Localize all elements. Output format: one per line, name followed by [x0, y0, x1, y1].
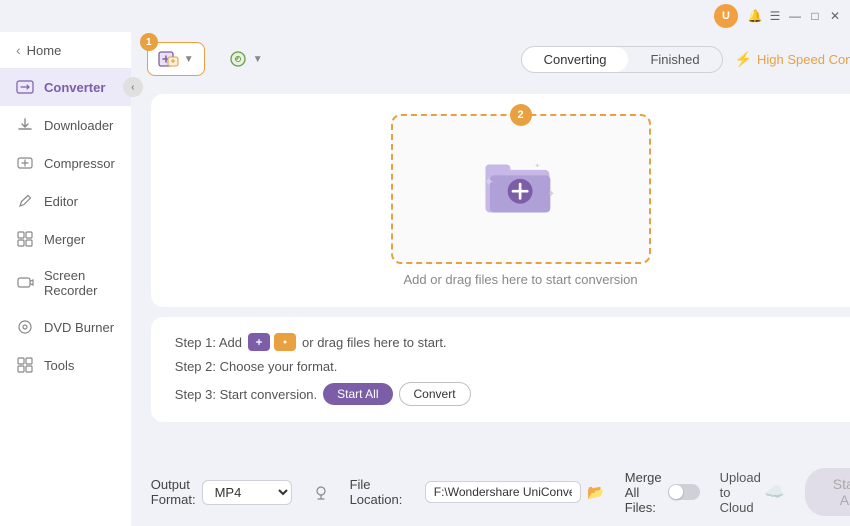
- toolbar: 1 ▼ ▼ Converting Finished ⚡ High Speed C: [131, 32, 850, 86]
- merge-files-field: Merge All Files:: [625, 470, 700, 515]
- notification-icon[interactable]: 🔔: [748, 9, 762, 23]
- title-bar-controls: U 🔔 ☰ — □ ✕: [714, 4, 842, 28]
- close-button[interactable]: ✕: [828, 9, 842, 23]
- add-cd-small-icon: [274, 333, 296, 351]
- step-2-row: Step 2: Choose your format.: [175, 359, 850, 374]
- output-format-field: Output Format: MP4: [151, 477, 292, 507]
- steps-box: Step 1: Add or dra: [151, 317, 850, 422]
- location-row: [312, 483, 330, 501]
- start-all-mini-button[interactable]: Start All: [323, 383, 392, 405]
- drop-zone[interactable]: 2 ✦ ✦ ✦: [391, 114, 651, 264]
- location-icon: [312, 483, 330, 501]
- chevron-down-icon: ▼: [184, 54, 194, 65]
- tab-group: Converting Finished: [521, 46, 723, 73]
- add-file-small-icon: [248, 333, 270, 351]
- sidebar-item-editor[interactable]: Editor: [0, 182, 131, 220]
- bottom-bar: Output Format: MP4 File Location: 📂 Merg…: [131, 458, 850, 526]
- minimize-button[interactable]: —: [788, 9, 802, 23]
- step-3-row: Step 3: Start conversion. Start All Conv…: [175, 382, 850, 406]
- sidebar-item-converter[interactable]: Converter ‹: [0, 68, 131, 106]
- step-1-row: Step 1: Add or dra: [175, 333, 850, 351]
- upload-cloud-label: Upload to Cloud: [720, 470, 761, 515]
- tab-converting[interactable]: Converting: [522, 47, 629, 72]
- drop-zone-container: 2 ✦ ✦ ✦: [151, 94, 850, 307]
- add-cd-button[interactable]: ▼: [217, 43, 273, 75]
- file-location-field: File Location: 📂: [350, 477, 605, 507]
- screen-recorder-icon: [16, 274, 34, 292]
- cloud-icon: ☁️: [765, 482, 785, 502]
- step-1-icons: [248, 333, 296, 351]
- step-2-label: Step 2: Choose your format.: [175, 359, 338, 374]
- sidebar-collapse-btn[interactable]: ‹: [123, 77, 143, 97]
- step-3-label: Step 3: Start conversion.: [175, 387, 317, 402]
- main-content: 1 ▼ ▼ Converting Finished ⚡ High Speed C: [131, 0, 850, 526]
- back-home[interactable]: ‹ Home: [0, 32, 131, 68]
- drop-zone-badge: 2: [510, 104, 532, 126]
- sidebar-item-compressor-label: Compressor: [44, 156, 115, 171]
- step-1-label: Step 1: Add: [175, 335, 242, 350]
- sidebar-item-dvd-burner[interactable]: DVD Burner: [0, 308, 131, 346]
- content-area: 2 ✦ ✦ ✦: [131, 86, 850, 458]
- sidebar-item-compressor[interactable]: Compressor: [0, 144, 131, 182]
- sidebar-item-tools[interactable]: Tools: [0, 346, 131, 384]
- merge-toggle[interactable]: [668, 484, 700, 500]
- folder-illustration: ✦ ✦ ✦: [481, 150, 561, 220]
- maximize-button[interactable]: □: [808, 9, 822, 23]
- sidebar-item-downloader-label: Downloader: [44, 118, 113, 133]
- drop-zone-text: Add or drag files here to start conversi…: [404, 272, 638, 287]
- output-format-label: Output Format:: [151, 477, 196, 507]
- toggle-track[interactable]: [668, 484, 700, 500]
- convert-mini-button[interactable]: Convert: [399, 382, 471, 406]
- sidebar-item-dvd-burner-label: DVD Burner: [44, 320, 114, 335]
- merger-icon: [16, 230, 34, 248]
- lightning-icon: ⚡: [735, 51, 752, 68]
- title-bar: U 🔔 ☰ — □ ✕: [0, 0, 850, 32]
- tab-finished[interactable]: Finished: [628, 47, 721, 72]
- folder-open-icon[interactable]: 📂: [587, 484, 604, 501]
- svg-text:✦: ✦: [534, 162, 540, 170]
- add-cd-icon: [227, 49, 249, 69]
- toggle-thumb: [669, 485, 683, 499]
- add-file-icon: [158, 49, 180, 69]
- merge-all-label: Merge All Files:: [625, 470, 662, 515]
- back-arrow-icon: ‹: [16, 42, 21, 58]
- sidebar-item-screen-recorder[interactable]: Screen Recorder: [0, 258, 131, 308]
- high-speed-button[interactable]: ⚡ High Speed Conversion: [735, 51, 850, 68]
- output-format-select[interactable]: MP4: [202, 480, 292, 505]
- high-speed-label: High Speed Conversion: [757, 52, 850, 67]
- downloader-icon: [16, 116, 34, 134]
- sidebar-item-editor-label: Editor: [44, 194, 78, 209]
- user-avatar[interactable]: U: [714, 4, 738, 28]
- compressor-icon: [16, 154, 34, 172]
- sidebar-item-tools-label: Tools: [44, 358, 74, 373]
- sidebar: ‹ Home Converter ‹ Downloader Com: [0, 0, 131, 526]
- step-1-suffix: or drag files here to start.: [302, 335, 447, 350]
- back-label: Home: [27, 43, 62, 58]
- add-file-badge: 1: [140, 33, 158, 51]
- cd-chevron-icon: ▼: [253, 54, 263, 65]
- editor-icon: [16, 192, 34, 210]
- sidebar-item-merger[interactable]: Merger: [0, 220, 131, 258]
- sidebar-item-merger-label: Merger: [44, 232, 85, 247]
- add-file-button[interactable]: 1 ▼: [147, 42, 205, 76]
- sidebar-item-screen-recorder-label: Screen Recorder: [44, 268, 115, 298]
- file-location-input[interactable]: [425, 481, 582, 503]
- converter-icon: [16, 78, 34, 96]
- tools-icon: [16, 356, 34, 374]
- svg-text:✦: ✦: [483, 175, 493, 189]
- menu-icon[interactable]: ☰: [768, 9, 782, 23]
- upload-to-cloud-field[interactable]: Upload to Cloud ☁️: [720, 470, 785, 515]
- start-all-button[interactable]: Start All: [805, 468, 850, 516]
- file-location-label: File Location:: [350, 477, 419, 507]
- sidebar-item-converter-label: Converter: [44, 80, 105, 95]
- sidebar-item-downloader[interactable]: Downloader: [0, 106, 131, 144]
- svg-text:✦: ✦: [547, 189, 555, 199]
- dvd-burner-icon: [16, 318, 34, 336]
